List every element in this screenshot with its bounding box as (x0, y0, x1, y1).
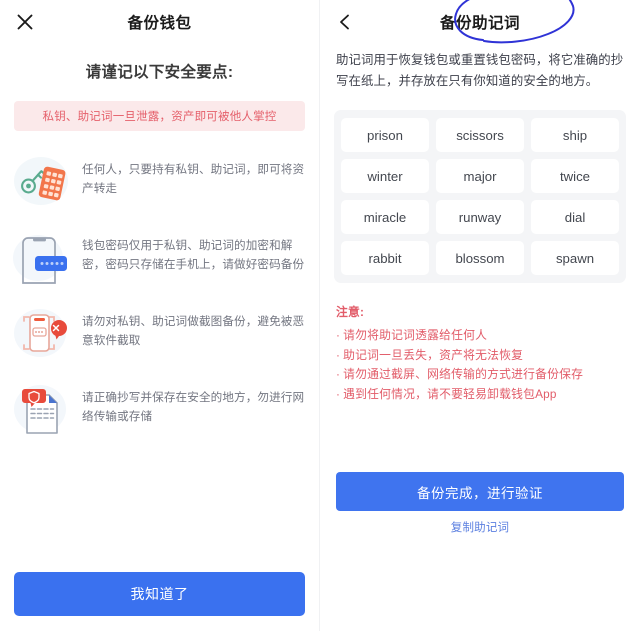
right-topbar: 备份助记词 (320, 0, 640, 44)
mnemonic-word[interactable]: runway (436, 200, 524, 234)
mnemonic-word-grid: prison scissors ship winter major twice … (334, 110, 626, 283)
bullet-icon: · (336, 367, 341, 381)
page-title: 备份钱包 (127, 15, 192, 32)
bullet-icon: · (336, 347, 341, 362)
mnemonic-word[interactable]: major (436, 159, 524, 193)
mnemonic-word[interactable]: dial (531, 200, 619, 234)
copy-mnemonic-link[interactable]: 复制助记词 (320, 519, 640, 535)
mnemonic-word[interactable]: ship (531, 118, 619, 152)
list-item: · 请勿将助记词透露给任何人 (336, 326, 624, 346)
verify-backup-button[interactable]: 备份完成，进行验证 (336, 472, 624, 511)
list-item-label: 助记词一旦丢失，资产将无法恢复 (343, 347, 524, 362)
intro-description: 助记词用于恢复钱包或重置钱包密码，将它准确的抄写在纸上，并存放在只有你知道的安全… (336, 53, 624, 88)
key-and-keypad-icon (10, 152, 72, 210)
mnemonic-word[interactable]: twice (531, 159, 619, 193)
security-tips-list: 任何人，只要持有私钥、助记词，即可将资产转走 钱包密码仅用于私钥、助记词的加密和… (0, 143, 319, 447)
list-item-label: 请正确抄写并保存在安全的地方，勿进行网络传输或存储 (82, 391, 305, 423)
list-item-label: 请勿将助记词透露给任何人 (343, 328, 488, 342)
notes-title: 注意: (336, 305, 365, 319)
backup-wallet-screen: 备份钱包 请谨记以下安全要点: 私钥、助记词一旦泄露，资产即可被他人掌控 任何人… (0, 0, 320, 631)
bullet-icon: · (336, 386, 341, 401)
list-item: 请勿对私钥、助记词做截图备份，避免被恶意软件截取 (0, 295, 319, 371)
no-screenshot-icon (10, 304, 72, 362)
alert-banner: 私钥、助记词一旦泄露，资产即可被他人掌控 (14, 101, 305, 131)
security-heading: 请谨记以下安全要点: (85, 64, 234, 81)
mnemonic-word[interactable]: spawn (531, 241, 619, 275)
bullet-icon: · (336, 328, 341, 342)
mnemonic-word[interactable]: miracle (341, 200, 429, 234)
list-item-label: 请勿对私钥、助记词做截图备份，避免被恶意软件截取 (82, 315, 305, 347)
close-icon[interactable] (14, 11, 36, 33)
list-item-label: 钱包密码仅用于私钥、助记词的加密和解密，密码只存储在手机上，请做好密码备份 (82, 239, 305, 271)
list-item: 钱包密码仅用于私钥、助记词的加密和解密，密码只存储在手机上，请做好密码备份 (0, 219, 319, 295)
mnemonic-word[interactable]: blossom (436, 241, 524, 275)
list-item-label: 请勿通过截屏、网络传输的方式进行备份保存 (343, 367, 584, 381)
document-shield-icon (10, 380, 72, 438)
chevron-left-icon[interactable] (334, 11, 356, 33)
list-item: · 遇到任何情况，请不要轻易卸载钱包App (336, 385, 624, 405)
mnemonic-word[interactable]: prison (341, 118, 429, 152)
i-know-button[interactable]: 我知道了 (14, 572, 305, 616)
list-item: 请正确抄写并保存在安全的地方，勿进行网络传输或存储 (0, 371, 319, 447)
phone-password-icon (10, 228, 72, 286)
list-item-label: 遇到任何情况，请不要轻易卸载钱包App (343, 386, 557, 401)
mnemonic-word[interactable]: rabbit (341, 241, 429, 275)
list-item: · 请勿通过截屏、网络传输的方式进行备份保存 (336, 365, 624, 385)
list-item: 任何人，只要持有私钥、助记词，即可将资产转走 (0, 143, 319, 219)
backup-mnemonic-screen: 备份助记词 助记词用于恢复钱包或重置钱包密码，将它准确的抄写在纸上，并存放在只有… (320, 0, 640, 631)
mnemonic-word[interactable]: winter (341, 159, 429, 193)
list-item-label: 任何人，只要持有私钥、助记词，即可将资产转走 (82, 163, 305, 195)
list-item: · 助记词一旦丢失，资产将无法恢复 (336, 346, 624, 366)
mnemonic-word[interactable]: scissors (436, 118, 524, 152)
page-title: 备份助记词 (439, 15, 520, 32)
dual-screen-container: 备份钱包 请谨记以下安全要点: 私钥、助记词一旦泄露，资产即可被他人掌控 任何人… (0, 0, 640, 631)
warning-notes: 注意: · 请勿将助记词透露给任何人 · 助记词一旦丢失，资产将无法恢复 · 请… (336, 303, 624, 404)
left-topbar: 备份钱包 (0, 0, 319, 44)
